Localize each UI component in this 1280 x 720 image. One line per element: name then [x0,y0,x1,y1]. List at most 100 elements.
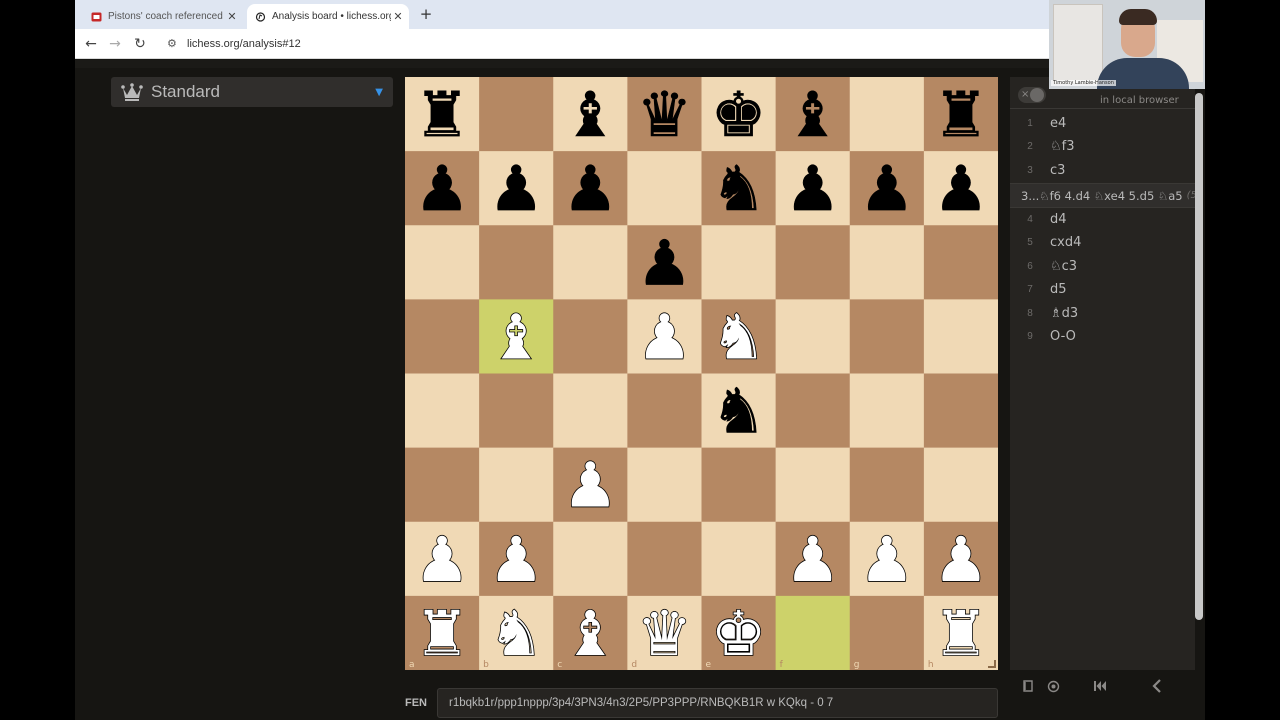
target-icon[interactable] [1047,680,1060,693]
square-f1[interactable] [775,595,851,670]
white-pawn-b2[interactable]: ♟ [488,522,545,597]
move-row[interactable]: 8 ♗d3 [1010,302,1195,325]
engine-toggle[interactable]: × [1018,87,1046,103]
square-a4[interactable] [405,373,480,449]
black-knight-e4[interactable]: ♞ [710,374,767,448]
white-pawn-g2[interactable]: ♟ [858,522,915,597]
black-king-e8[interactable]: ♚ [710,78,767,152]
square-h5[interactable] [923,299,998,374]
black-pawn-b7[interactable]: ♟ [488,152,544,226]
black-pawn-f7[interactable]: ♟ [785,152,841,226]
black-rook-a8[interactable]: ♜ [414,78,470,152]
white-bishop-b5[interactable]: ♝ [488,300,545,375]
square-d7[interactable] [627,151,702,226]
move-row[interactable]: 6 ♘c3 [1010,255,1195,278]
tab-close-icon[interactable]: ✕ [391,10,405,23]
white-rook-h1[interactable]: ♜ [932,596,989,670]
first-move-icon[interactable] [1093,680,1107,692]
white-knight-e5[interactable]: ♞ [710,300,767,375]
book-icon[interactable] [1022,680,1034,692]
square-b6[interactable] [479,225,554,300]
move-row[interactable]: 4 d4 [1010,208,1195,231]
tab-pistons-article[interactable]: Pistons' coach referenced Celtic ✕ [83,4,243,29]
square-d2[interactable] [627,521,702,597]
move-row[interactable]: 2 ♘f3 [1010,135,1195,158]
square-c2[interactable] [553,521,628,597]
square-g6[interactable] [849,225,925,300]
square-c6[interactable] [553,225,628,300]
square-a6[interactable] [405,225,480,300]
move-san[interactable]: d5 [1050,282,1067,297]
square-g1[interactable] [849,595,925,670]
square-g4[interactable] [849,373,925,449]
square-h6[interactable] [923,225,998,300]
square-h4[interactable] [923,373,998,449]
white-pawn-d5[interactable]: ♟ [636,300,693,375]
move-row[interactable]: 1 e4 [1010,112,1195,135]
variant-select[interactable]: Standard ▼ [111,77,393,107]
move-san[interactable]: O-O [1050,329,1076,344]
move-san[interactable]: cxd4 [1050,235,1081,250]
tab-analysis-board[interactable]: Analysis board • lichess.org ✕ [247,4,409,29]
white-knight-b1[interactable]: ♞ [488,596,545,670]
square-b8[interactable] [479,77,554,152]
square-b4[interactable] [479,373,554,449]
white-pawn-f2[interactable]: ♟ [784,522,841,597]
square-b3[interactable] [479,447,554,523]
black-pawn-a7[interactable]: ♟ [414,152,470,226]
white-queen-d1[interactable]: ♛ [636,596,693,670]
black-pawn-g7[interactable]: ♟ [859,152,915,226]
reload-icon[interactable]: ↻ [131,35,149,53]
move-san[interactable]: e4 [1050,116,1066,131]
square-d4[interactable] [627,373,702,449]
move-san[interactable]: ♗d3 [1050,306,1078,321]
move-row[interactable]: 5 cxd4 [1010,231,1195,254]
black-pawn-d6[interactable]: ♟ [636,226,693,300]
black-pawn-h7[interactable]: ♟ [933,152,989,226]
square-e6[interactable] [701,225,777,300]
move-san[interactable]: d4 [1050,212,1067,227]
black-pawn-c7[interactable]: ♟ [562,152,619,226]
white-pawn-a2[interactable]: ♟ [413,522,470,597]
square-e3[interactable] [701,447,777,523]
square-d3[interactable] [627,447,702,523]
move-row[interactable]: 7 d5 [1010,278,1195,301]
move-row[interactable]: 3 c3 [1010,159,1195,182]
square-f3[interactable] [775,447,851,523]
black-rook-h8[interactable]: ♜ [933,78,989,152]
square-e2[interactable] [701,521,777,597]
move-san[interactable]: c3 [1050,163,1065,178]
square-c5[interactable] [553,299,628,374]
tab-close-icon[interactable]: ✕ [225,10,239,23]
new-tab-icon[interactable]: + [417,5,435,23]
move-san[interactable]: ♘c3 [1050,259,1077,274]
black-bishop-c8[interactable]: ♝ [562,78,619,152]
square-g5[interactable] [849,299,925,374]
address-bar[interactable]: ⚙ lichess.org/analysis#12 [161,33,1041,55]
previous-move-icon[interactable] [1151,679,1163,693]
site-info-icon[interactable]: ⚙ [167,38,179,50]
white-bishop-c1[interactable]: ♝ [562,596,619,670]
white-king-e1[interactable]: ♚ [710,596,767,670]
black-queen-d8[interactable]: ♛ [636,78,693,152]
square-f4[interactable] [775,373,851,449]
scrollbar[interactable] [1195,93,1203,620]
fen-input[interactable] [437,688,998,718]
white-rook-a1[interactable]: ♜ [413,596,470,670]
square-a5[interactable] [405,299,480,374]
square-a3[interactable] [405,447,480,523]
forward-arrow-icon[interactable]: → [106,35,124,53]
back-arrow-icon[interactable]: ← [82,35,100,53]
square-c4[interactable] [553,373,628,449]
move-row[interactable]: 9 O-O [1010,325,1195,348]
white-pawn-h2[interactable]: ♟ [932,522,989,597]
variation-line[interactable]: 3...♘f6 4.d4 ♘xe4 5.d5 ♘a5 (5... [1010,183,1195,208]
white-pawn-c3[interactable]: ♟ [562,448,619,523]
board-squares[interactable]: 87654321a b c d e f g h♜ ♝ ♛ ♚ ♝ ♜♟ ♟ ♟ ♞ ♟ ♟ ♟♟♝ ♟ ♞♞♟♟ ♟ ♟ ♟ ♟… [405,77,998,670]
move-san[interactable]: ♘f3 [1050,139,1075,154]
square-g8[interactable] [849,77,925,152]
black-bishop-f8[interactable]: ♝ [785,78,841,152]
square-f5[interactable] [775,299,851,374]
square-g3[interactable] [849,447,925,523]
square-h3[interactable] [923,447,998,523]
